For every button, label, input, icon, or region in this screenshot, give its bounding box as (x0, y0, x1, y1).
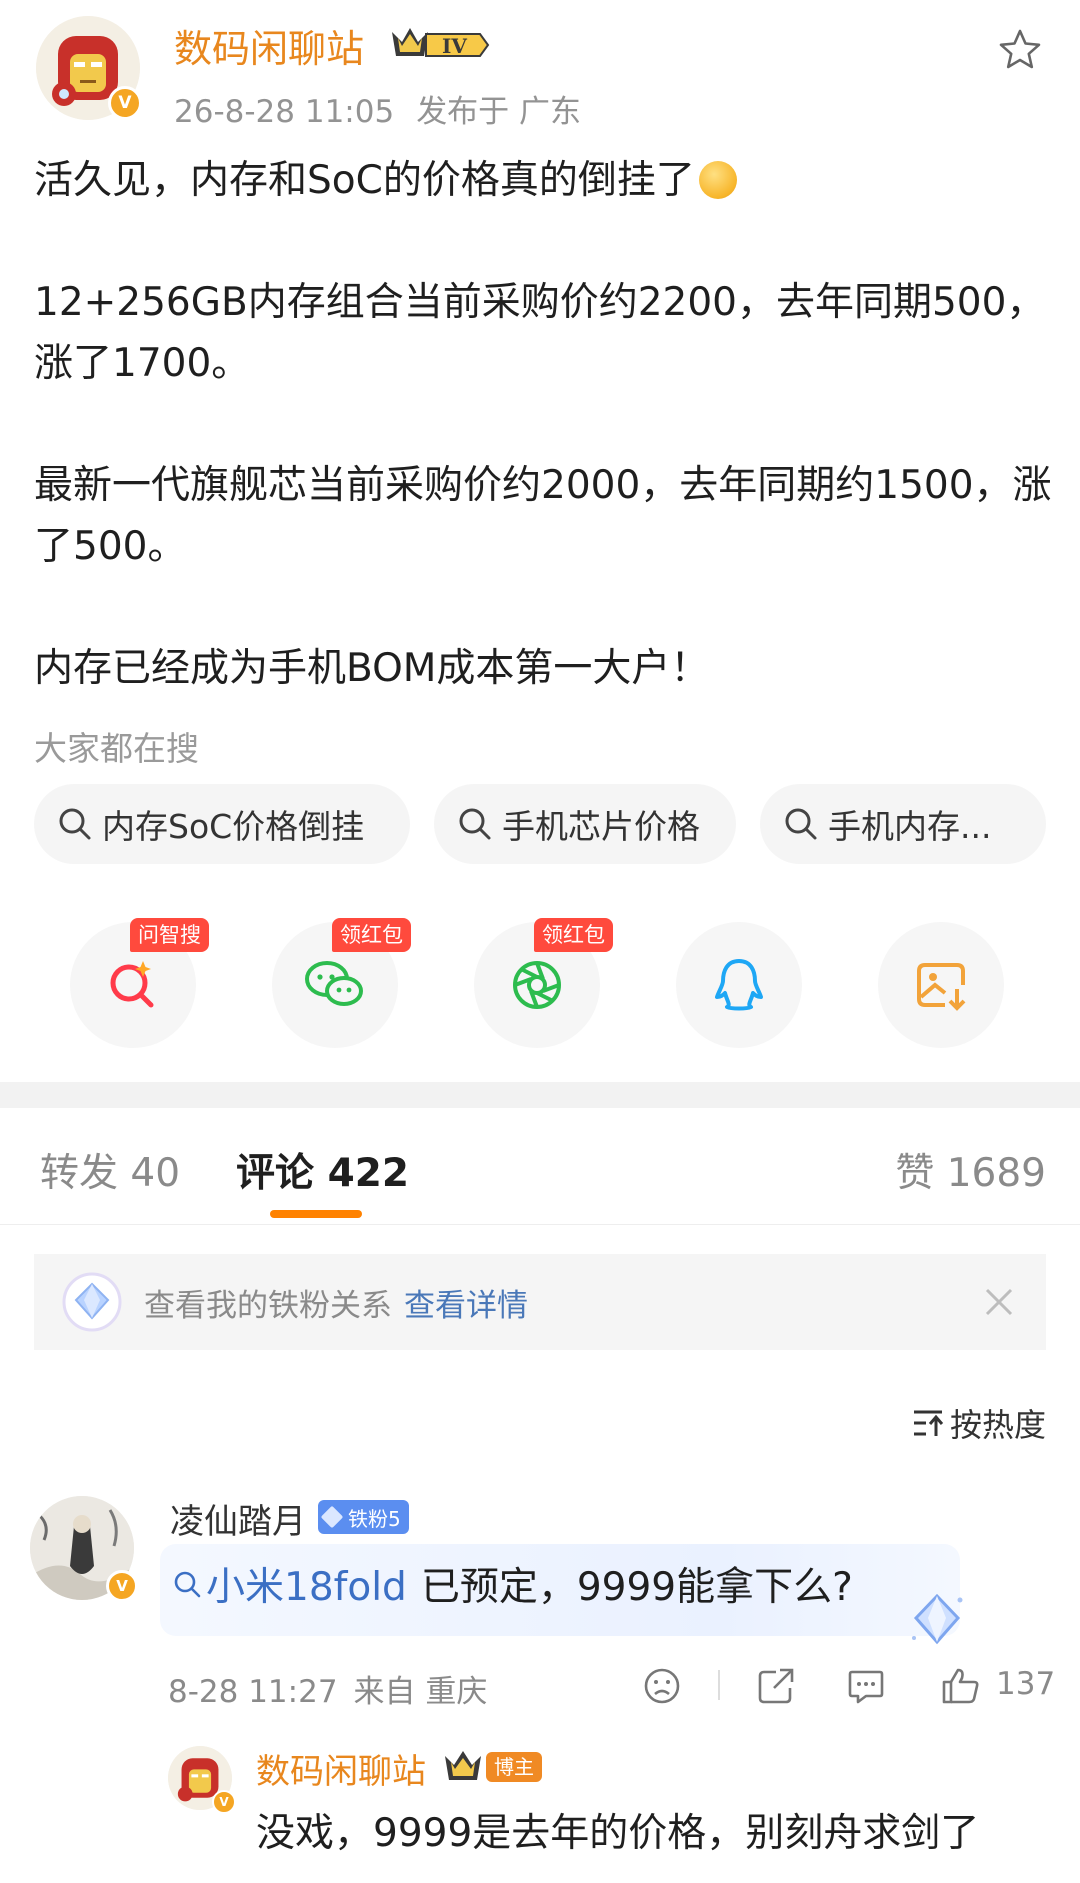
comment-topic-label: 小米18fold (206, 1565, 407, 1610)
active-tab-indicator (270, 1210, 362, 1218)
favorite-star-icon[interactable] (996, 26, 1044, 74)
post-content: 活久见，内存和SoC的价格真的倒挂了 12+256GB内存组合当前采购价约220… (34, 150, 1054, 699)
fan-relation-banner[interactable]: 查看我的铁粉关系 查看详情 (34, 1254, 1046, 1350)
comment-location: 来自 重庆 (353, 1674, 488, 1710)
reply-comment-icon[interactable] (846, 1666, 886, 1706)
commenter-avatar[interactable]: V (30, 1496, 138, 1602)
level-badge-text: IV (442, 34, 467, 58)
hot-search-chip[interactable]: 内存SoC价格倒挂 (34, 784, 410, 864)
wechat-icon (305, 961, 363, 1006)
comment-text: 已预定，9999能拿下么? (420, 1565, 853, 1610)
post-time: 26-8-28 11:05 (174, 94, 395, 130)
reply-text: 没戏，9999是去年的价格，别刻舟求剑了 (256, 1811, 980, 1856)
hot-search-chip[interactable]: 手机芯片价格 (434, 784, 736, 864)
post-paragraph-2: 12+256GB内存组合当前采购价约2200，去年同期500，涨了1700。 (34, 280, 1046, 386)
author-avatar[interactable]: V (36, 16, 142, 120)
fan-gem-icon (320, 1505, 344, 1529)
action-separator (718, 1670, 720, 1700)
save-image-share-button[interactable] (878, 922, 1004, 1048)
close-icon[interactable] (982, 1285, 1016, 1319)
commenter-name[interactable]: 凌仙踏月 (170, 1494, 306, 1543)
comment-topic-link[interactable]: 小米18fold (172, 1556, 407, 1612)
tab-repost[interactable]: 转发 40 (40, 1142, 180, 1198)
verified-badge-icon: V (108, 86, 142, 120)
fan-banner-link[interactable]: 查看详情 (404, 1280, 528, 1325)
author-tag-badge: 博主 (486, 1752, 542, 1782)
tab-comments-label: 评论 (236, 1151, 315, 1196)
reply-author-name[interactable]: 数码闲聊站 (256, 1744, 426, 1793)
crown-level-icon (445, 1751, 481, 1780)
search-icon (174, 1571, 201, 1598)
reply-author-avatar[interactable]: V (168, 1746, 236, 1814)
qq-share-button[interactable] (676, 922, 802, 1048)
hot-search-chip-label: 手机芯片价格 (502, 807, 700, 846)
post-paragraph-4: 内存已经成为手机BOM成本第一大户！ (34, 646, 710, 691)
comment-content: 小米18fold 已预定，9999能拿下么? (172, 1556, 853, 1612)
tab-likes[interactable]: 赞 1689 (895, 1142, 1046, 1198)
diamond-decoration-icon (912, 1593, 963, 1645)
emoji-icon (698, 161, 737, 199)
tab-likes-label: 赞 (895, 1151, 935, 1196)
crown-level-badge-icon[interactable]: IV (388, 24, 490, 62)
sort-by-hot-button[interactable]: 按热度 (912, 1400, 1046, 1446)
tab-comments-count: 422 (327, 1151, 410, 1196)
qq-icon (715, 959, 763, 1011)
fan-level-label: 铁粉5 (348, 1506, 401, 1531)
comment-time: 8-28 11:27 (168, 1674, 338, 1710)
dislike-face-icon[interactable] (642, 1666, 682, 1706)
search-icon (785, 808, 817, 840)
verified-badge-icon: V (106, 1570, 138, 1602)
search-icon (59, 808, 91, 840)
save-image-icon (917, 963, 966, 1011)
sort-label: 按热度 (949, 1406, 1046, 1444)
ai-search-icon (110, 961, 154, 1008)
tabs-divider (0, 1224, 1080, 1225)
share-tag-moments: 领红包 (534, 918, 613, 952)
hot-search-chip-label: 内存SoC价格倒挂 (102, 807, 365, 846)
post-location: 发布于 广东 (416, 94, 582, 130)
comment-like-count: 137 (996, 1666, 1056, 1702)
tab-likes-count: 1689 (946, 1151, 1046, 1196)
post-paragraph-1: 活久见，内存和SoC的价格真的倒挂了 (34, 158, 695, 203)
verified-badge-icon: V (212, 1790, 236, 1814)
comment-meta: 8-28 11:27 来自 重庆 (168, 1666, 487, 1711)
share-tag-ai-search: 问智搜 (130, 918, 209, 952)
post-paragraph-3: 最新一代旗舰芯当前采购价约2000，去年同期约1500，涨了500。 (34, 463, 1052, 569)
moments-icon (513, 961, 561, 1009)
share-icon[interactable] (756, 1666, 796, 1706)
diamond-icon (62, 1272, 122, 1332)
tab-comments[interactable]: 评论 422 (236, 1142, 409, 1198)
sort-icon (913, 1410, 944, 1436)
search-icon (459, 808, 491, 840)
hot-search-chip[interactable]: 手机内存... (760, 784, 1046, 864)
post-meta: 26-8-28 11:05 发布于 广东 (174, 86, 581, 131)
tab-repost-count: 40 (130, 1151, 181, 1196)
fan-level-badge[interactable]: 铁粉5 (318, 1500, 409, 1534)
author-name[interactable]: 数码闲聊站 (174, 18, 364, 73)
hot-search-title: 大家都在搜 (34, 729, 199, 768)
section-divider (0, 1082, 1080, 1108)
hot-search-chip-label: 手机内存... (828, 807, 992, 846)
thumbs-up-icon[interactable] (940, 1666, 982, 1706)
share-tag-wechat: 领红包 (332, 918, 411, 952)
fan-banner-text: 查看我的铁粉关系 (144, 1287, 392, 1324)
tab-repost-label: 转发 (40, 1151, 119, 1196)
